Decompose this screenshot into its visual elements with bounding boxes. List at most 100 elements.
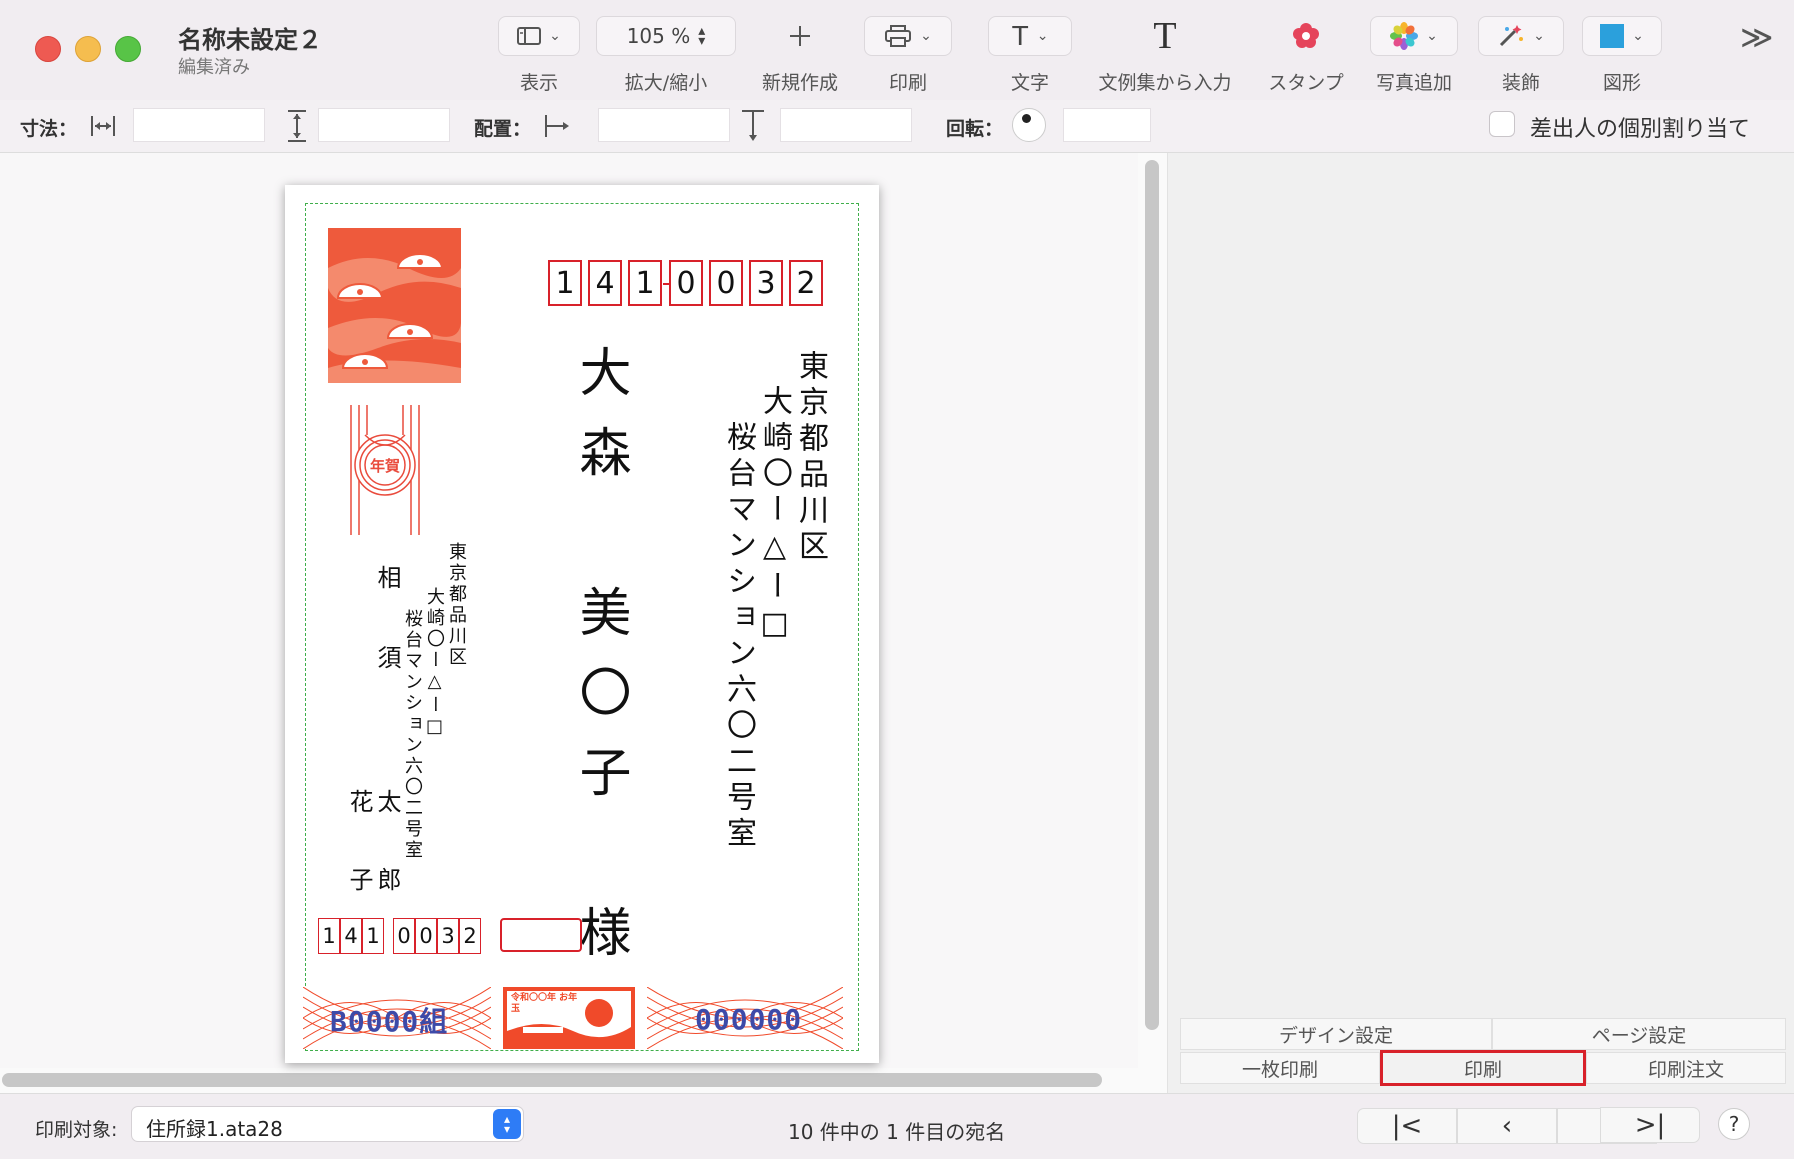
- y-position-icon: [738, 108, 768, 144]
- sender-family-name[interactable]: 相須: [373, 565, 401, 725]
- photo-label: 写真追加: [1375, 72, 1452, 94]
- stamp-button[interactable]: [1258, 16, 1354, 56]
- x-position-field[interactable]: [598, 108, 730, 142]
- rotation-knob-icon: [1022, 114, 1031, 123]
- postcard[interactable]: 年賀 1 4 1 0 0 3 2 東京都品川区 大崎〇ー△ー□ 桜台マンション六…: [285, 185, 879, 1063]
- vertical-scroll-thumb[interactable]: [1145, 160, 1159, 1030]
- sender-address-line2[interactable]: 大崎〇ー△ー□: [423, 587, 445, 740]
- last-record-button[interactable]: >|: [1600, 1107, 1700, 1143]
- height-field[interactable]: [318, 108, 450, 142]
- recipient-address-line3[interactable]: 桜台マンション六〇二号室: [720, 421, 756, 853]
- shape-label: 図形: [1602, 72, 1641, 94]
- text-button[interactable]: T ⌄: [988, 16, 1072, 56]
- recipient-zip-digit[interactable]: 1: [548, 260, 582, 306]
- sender-zip-digit[interactable]: 4: [340, 918, 362, 954]
- vertical-scrollbar[interactable]: [1145, 160, 1159, 1030]
- inspector-pane: [1168, 153, 1794, 1093]
- decor-label: 装飾: [1501, 72, 1540, 94]
- print-tool[interactable]: ⌄ 印刷: [864, 16, 952, 95]
- tab-print[interactable]: 印刷: [1380, 1050, 1586, 1086]
- recipient-address-line1[interactable]: 東京都品川区: [792, 350, 828, 566]
- nenga-text: 年賀: [369, 457, 400, 475]
- chevron-down-icon: ⌄: [1533, 28, 1545, 44]
- y-position-field[interactable]: [780, 108, 912, 142]
- photos-icon: [1390, 22, 1419, 50]
- sender-address-line1[interactable]: 東京都品川区: [445, 542, 467, 668]
- lottery-group: B0000組: [330, 1005, 449, 1038]
- recipient-address-line2[interactable]: 大崎〇ー△ー□: [756, 385, 792, 647]
- view-button[interactable]: ⌄: [498, 16, 580, 56]
- toolbar-overflow-button[interactable]: ≫: [1740, 18, 1774, 56]
- tab-single-print[interactable]: 一枚印刷: [1180, 1052, 1380, 1084]
- toolbar: 名称未設定２ 編集済み ⌄ 表示 105 % ▴ ▾ 拡大/縮小 新規作成 ⌄ …: [0, 0, 1794, 101]
- sender-zip-digit[interactable]: 1: [318, 918, 340, 954]
- decor-tool[interactable]: ⌄ 装飾: [1478, 16, 1564, 95]
- recipient-zip-digit[interactable]: 2: [789, 260, 823, 306]
- pine-stamp-image: [328, 228, 461, 383]
- app-window: 名称未設定２ 編集済み ⌄ 表示 105 % ▴ ▾ 拡大/縮小 新規作成 ⌄ …: [0, 0, 1794, 1159]
- view-tool[interactable]: ⌄ 表示: [498, 16, 580, 95]
- stamp-label: スタンプ: [1268, 72, 1344, 94]
- new-tool[interactable]: 新規作成: [752, 16, 848, 95]
- print-target-select[interactable]: 住所録1.ata28 ▴ ▾: [131, 1106, 524, 1142]
- individual-sender-label: 差出人の個別割り当て: [1530, 117, 1751, 142]
- zoom-window-button[interactable]: [115, 36, 141, 62]
- help-button[interactable]: ?: [1718, 1108, 1750, 1140]
- zoom-tool[interactable]: 105 % ▴ ▾ 拡大/縮小: [596, 16, 736, 95]
- tab-print-order[interactable]: 印刷注文: [1586, 1052, 1786, 1084]
- nenga-postmark: 年賀: [345, 405, 425, 535]
- new-label: 新規作成: [761, 72, 838, 94]
- stamp-tool[interactable]: スタンプ: [1258, 16, 1354, 95]
- chevron-down-icon: ⌄: [1426, 28, 1438, 44]
- recipient-zip-digit[interactable]: 0: [669, 260, 703, 306]
- sender-extra-field[interactable]: [500, 918, 582, 952]
- sidebar-icon: [517, 27, 542, 45]
- sender-zip-digit[interactable]: 0: [393, 918, 415, 954]
- sender-zip-digit[interactable]: 3: [437, 918, 459, 954]
- shape-button[interactable]: ⌄: [1582, 16, 1662, 56]
- print-button[interactable]: ⌄: [864, 16, 952, 56]
- text-t-icon: T: [1011, 20, 1029, 51]
- recipient-name[interactable]: 大森 美〇子 様: [570, 345, 630, 985]
- recipient-zip-digit[interactable]: 1: [628, 260, 662, 306]
- template-text-button[interactable]: T: [1090, 15, 1240, 57]
- sender-zip-digit[interactable]: 1: [362, 918, 384, 954]
- chevron-left-icon: ‹: [1501, 1111, 1513, 1141]
- new-button[interactable]: [752, 16, 848, 56]
- width-field[interactable]: [133, 108, 265, 142]
- otoshidama-text: 令和〇〇年 お年玉: [511, 993, 578, 1014]
- sender-zip-digit[interactable]: 2: [459, 918, 481, 954]
- height-icon: [282, 108, 312, 144]
- photo-button[interactable]: ⌄: [1370, 16, 1458, 56]
- print-label: 印刷: [888, 72, 927, 94]
- recipient-zip-digit[interactable]: 3: [749, 260, 783, 306]
- horizontal-scrollbar[interactable]: [2, 1073, 1102, 1087]
- photo-tool[interactable]: ⌄ 写真追加: [1370, 16, 1458, 95]
- tab-design-settings[interactable]: デザイン設定: [1180, 1018, 1492, 1050]
- close-window-button[interactable]: [35, 36, 61, 62]
- chevron-down-icon: ⌄: [1632, 28, 1644, 44]
- width-icon: [88, 108, 118, 144]
- minimize-window-button[interactable]: [75, 36, 101, 62]
- individual-sender-checkbox[interactable]: [1489, 111, 1515, 137]
- zoom-value: 105 %: [626, 24, 691, 48]
- rotation-field[interactable]: [1063, 108, 1151, 142]
- sender-address-line3[interactable]: 桜台マンション六〇二号室: [401, 609, 423, 861]
- template-text-tool[interactable]: T 文例集から入力: [1090, 15, 1240, 95]
- zoom-stepper[interactable]: 105 % ▴ ▾: [596, 16, 736, 56]
- text-tool[interactable]: T ⌄ 文字: [988, 16, 1072, 95]
- previous-record-button[interactable]: ‹: [1457, 1108, 1557, 1144]
- recipient-zip-digit[interactable]: 4: [588, 260, 622, 306]
- decor-button[interactable]: ⌄: [1478, 16, 1564, 56]
- x-position-icon: [542, 108, 572, 144]
- tab-page-settings[interactable]: ページ設定: [1492, 1018, 1786, 1050]
- stepper-icon[interactable]: ▴ ▾: [698, 24, 705, 48]
- sender-zip-digit[interactable]: 0: [415, 918, 437, 954]
- shape-tool[interactable]: ⌄ 図形: [1582, 16, 1662, 95]
- square-shape-icon: [1600, 24, 1625, 48]
- recipient-zip-digit[interactable]: 0: [709, 260, 743, 306]
- select-arrows-icon[interactable]: ▴ ▾: [493, 1109, 521, 1139]
- last-icon: >|: [1634, 1110, 1666, 1140]
- rotation-dial[interactable]: [1012, 108, 1046, 142]
- first-record-button[interactable]: |<: [1357, 1108, 1457, 1144]
